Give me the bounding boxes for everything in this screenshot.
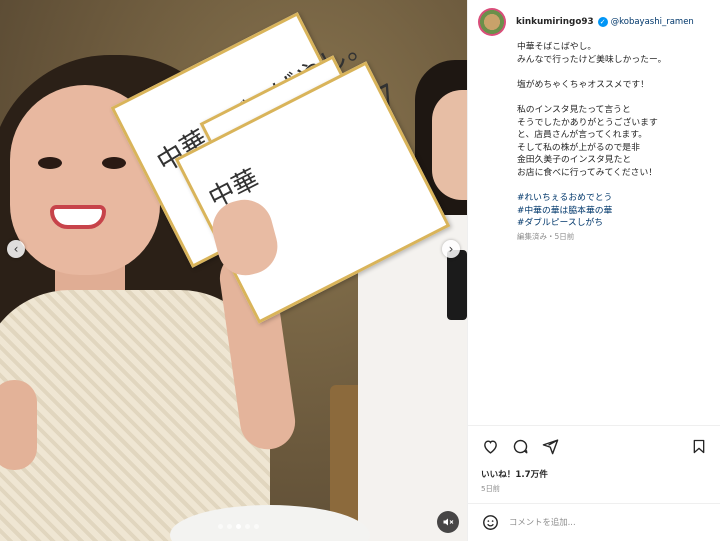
chevron-right-icon: › [448,242,454,256]
caption-gap [517,91,715,104]
mention-link[interactable]: @kobayashi_ramen [611,17,694,27]
comment-bubble-icon [513,439,527,453]
comment-input[interactable] [509,517,689,527]
caption-line: と、店員さんが言ってくれます。 [517,130,648,141]
smile [50,205,106,229]
carousel-dot [245,524,250,529]
caption-gap [517,66,715,79]
avatar[interactable] [478,8,506,36]
caption-line: みんなで行ったけど美味しかったー。 [517,54,667,65]
caption-line: そして私の株が上がるので是非 [517,142,640,153]
post-header: kinkumiringo93 ✓ @kobayashi_ramen [478,8,694,36]
mute-icon [443,518,454,526]
post-sidebar: kinkumiringo93 ✓ @kobayashi_ramen 中華そばこば… [467,0,720,541]
caption-line: 中華そばこばやし。 [517,42,597,52]
carousel-dot [254,524,259,529]
person-right-face [432,90,467,200]
carousel-indicator [218,524,259,529]
carousel-prev-button[interactable]: ‹ [7,240,25,258]
hashtag-link[interactable]: #ダブルピースしがち [517,217,715,230]
send-icon [542,438,558,454]
post-date: 5日前 [481,484,500,493]
post-media[interactable]: 中華そばこばやし。 087 中華 ‹ › [0,0,467,541]
caption: 中華そばこばやし。 みんなで行ったけど美味しかったー。 塩がめちゃくちゃオススメ… [517,41,715,244]
action-bar [481,437,559,455]
divider [468,503,720,504]
left-eye [38,157,62,169]
hashtag-link[interactable]: #中華の華は脇本華の華 [517,205,715,218]
caption-gap [517,180,715,193]
save-button[interactable] [690,437,708,455]
caption-line: 塩がめちゃくちゃオススメです！ [517,79,649,90]
like-count[interactable]: いいね！1.7万件 [481,468,548,480]
mute-button[interactable] [437,511,459,533]
left-hand [0,380,37,470]
edited-timestamp: 編集済み・5日前 [517,231,575,241]
carousel-dot [227,524,232,529]
username-link[interactable]: kinkumiringo93 [516,17,594,27]
share-button[interactable] [541,437,559,455]
carousel-dot [218,524,223,529]
chevron-left-icon: ‹ [13,242,19,256]
heart-icon [483,439,497,454]
bookmark-icon [693,439,705,453]
divider [468,425,720,426]
comment-composer [481,513,711,531]
carousel-dot-active [236,524,241,529]
right-eye [102,157,126,169]
caption-line: そうでしたかありがとうございます [517,117,658,128]
carousel-next-button[interactable]: › [442,240,460,258]
emoji-icon [482,514,498,530]
comment-button[interactable] [511,437,529,455]
verified-badge-icon: ✓ [597,17,608,27]
caption-line: お店に食べに行ってみてください！ [517,167,658,178]
hashtag-link[interactable]: #れいちぇるおめでとう [517,192,715,205]
caption-line: 金田久美子のインスタ見たと [517,155,632,166]
emoji-button[interactable] [481,513,499,531]
phone [447,250,467,320]
like-button[interactable] [481,437,499,455]
caption-line: 私のインスタ見たって言うと [517,104,631,115]
